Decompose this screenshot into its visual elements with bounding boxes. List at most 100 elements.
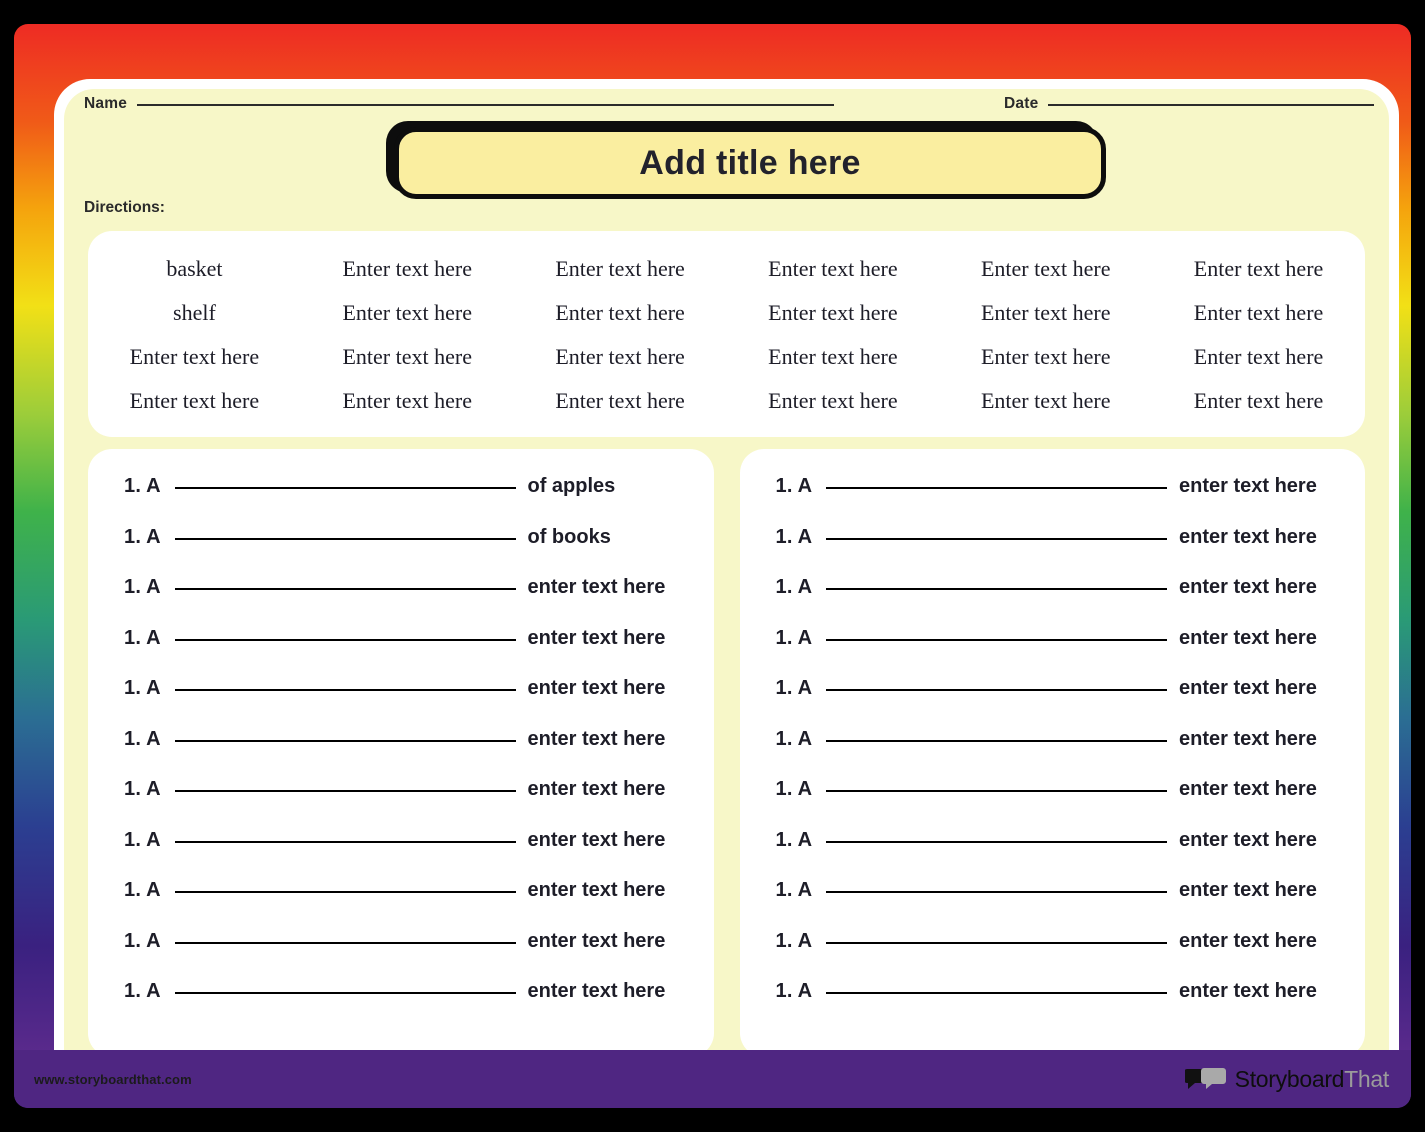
answer-blank-line[interactable] — [174, 487, 516, 489]
question-suffix-text[interactable]: enter text here — [1179, 980, 1339, 1003]
answer-blank-line[interactable] — [826, 992, 1167, 995]
answer-blank-line[interactable] — [826, 588, 1167, 591]
answer-blank-line[interactable] — [174, 689, 516, 692]
question-row: 1. A enter text here — [776, 728, 1340, 779]
name-field-group[interactable]: Name — [84, 95, 834, 113]
question-suffix-text[interactable]: enter text here — [1179, 627, 1339, 650]
question-row: 1. A enter text here — [776, 879, 1340, 930]
answer-blank-line[interactable] — [174, 840, 516, 843]
word-bank-cell[interactable]: Enter text here — [88, 344, 301, 370]
question-suffix-text[interactable]: enter text here — [1179, 879, 1339, 902]
question-row: 1. A enter text here — [124, 728, 688, 779]
question-suffix-text[interactable]: enter text here — [528, 677, 688, 700]
answer-blank-line[interactable] — [174, 739, 516, 742]
question-suffix-text[interactable]: enter text here — [528, 627, 688, 650]
question-suffix-text[interactable]: enter text here — [1179, 576, 1339, 599]
questions-card-left: 1. A of apples 1. A of books 1. A enter text … — [88, 449, 714, 1057]
question-suffix-text[interactable]: enter text here — [1179, 728, 1339, 751]
worksheet-title[interactable]: Add title here — [639, 144, 860, 183]
word-bank-row: Enter text here Enter text here Enter text… — [88, 388, 1365, 414]
question-row: 1. A enter text here — [776, 980, 1340, 1031]
date-field-group[interactable]: Date — [1004, 95, 1374, 113]
word-bank-card: basket Enter text here Enter text here Ente… — [88, 231, 1365, 437]
question-suffix-text[interactable]: enter text here — [528, 980, 688, 1003]
word-bank-cell[interactable]: Enter text here — [1152, 388, 1365, 414]
question-suffix-text[interactable]: of apples — [528, 475, 688, 498]
question-number-prefix: 1. A — [124, 778, 161, 801]
word-bank-cell[interactable]: Enter text here — [514, 388, 727, 414]
answer-blank-line[interactable] — [174, 992, 516, 995]
word-bank-cell[interactable]: Enter text here — [726, 256, 939, 282]
answer-blank-line[interactable] — [826, 689, 1167, 692]
question-suffix-text[interactable]: enter text here — [528, 829, 688, 852]
answer-blank-line[interactable] — [174, 790, 516, 793]
question-row: 1. A enter text here — [776, 778, 1340, 829]
word-bank-cell[interactable]: Enter text here — [939, 344, 1152, 370]
question-suffix-text[interactable]: enter text here — [528, 576, 688, 599]
speech-bubbles-icon — [1183, 1066, 1227, 1092]
answer-blank-line[interactable] — [826, 537, 1167, 540]
question-number-prefix: 1. A — [775, 929, 813, 952]
title-plaque-wrapper[interactable]: Add title here — [386, 121, 1106, 199]
question-suffix-text[interactable]: enter text here — [528, 778, 688, 801]
question-suffix-text[interactable]: enter text here — [528, 930, 688, 953]
brand-primary-text: Storyboard — [1234, 1065, 1345, 1092]
word-bank-cell[interactable]: Enter text here — [939, 300, 1152, 326]
footer-website-url[interactable]: www.storyboardthat.com — [34, 1072, 192, 1087]
answer-blank-line[interactable] — [826, 638, 1167, 641]
answer-blank-line[interactable] — [826, 739, 1167, 742]
word-bank-cell[interactable]: Enter text here — [726, 300, 939, 326]
word-bank-cell[interactable]: Enter text here — [514, 256, 727, 282]
word-bank-cell[interactable]: Enter text here — [301, 300, 514, 326]
word-bank-cell[interactable]: shelf — [88, 300, 301, 326]
question-suffix-text[interactable]: enter text here — [528, 728, 688, 751]
question-suffix-text[interactable]: of books — [528, 526, 688, 549]
question-row: 1. A enter text here — [124, 778, 688, 829]
question-number-prefix: 1. A — [775, 677, 813, 700]
answer-blank-line[interactable] — [174, 891, 516, 894]
question-number-prefix: 1. A — [124, 475, 161, 497]
answer-blank-line[interactable] — [826, 840, 1167, 843]
question-row: 1. A enter text here — [124, 980, 688, 1031]
question-suffix-text[interactable]: enter text here — [528, 879, 688, 902]
word-bank-cell[interactable]: Enter text here — [939, 388, 1152, 414]
question-number-prefix: 1. A — [775, 828, 813, 851]
question-number-prefix: 1. A — [124, 879, 161, 902]
answer-blank-line[interactable] — [826, 790, 1167, 793]
word-bank-cell[interactable]: Enter text here — [1152, 344, 1365, 370]
answer-blank-line[interactable] — [174, 941, 516, 944]
name-input-rule[interactable] — [137, 104, 834, 106]
word-bank-cell[interactable]: Enter text here — [939, 256, 1152, 282]
word-bank-cell[interactable]: Enter text here — [726, 388, 939, 414]
word-bank-cell[interactable]: Enter text here — [1152, 300, 1365, 326]
answer-blank-line[interactable] — [826, 487, 1167, 489]
word-bank-cell[interactable]: Enter text here — [301, 388, 514, 414]
word-bank-row: basket Enter text here Enter text here Ente… — [88, 256, 1365, 282]
answer-blank-line[interactable] — [826, 891, 1167, 894]
word-bank-cell[interactable]: Enter text here — [301, 344, 514, 370]
question-suffix-text[interactable]: enter text here — [1179, 930, 1339, 953]
question-suffix-text[interactable]: enter text here — [1179, 526, 1339, 549]
answer-blank-line[interactable] — [174, 537, 516, 540]
date-input-rule[interactable] — [1048, 104, 1374, 106]
answer-blank-line[interactable] — [174, 588, 516, 591]
word-bank-cell[interactable]: Enter text here — [88, 388, 301, 414]
word-bank-cell[interactable]: basket — [88, 256, 301, 282]
questions-area: 1. A of apples 1. A of books 1. A enter text … — [88, 449, 1365, 1057]
question-suffix-text[interactable]: enter text here — [1179, 778, 1339, 801]
answer-blank-line[interactable] — [826, 941, 1167, 944]
question-suffix-text[interactable]: enter text here — [1179, 475, 1339, 498]
question-suffix-text[interactable]: enter text here — [1179, 677, 1339, 700]
question-number-prefix: 1. A — [124, 929, 161, 952]
word-bank-cell[interactable]: Enter text here — [514, 344, 727, 370]
word-bank-cell[interactable]: Enter text here — [514, 300, 727, 326]
word-bank-cell[interactable]: Enter text here — [301, 256, 514, 282]
answer-blank-line[interactable] — [174, 638, 516, 641]
storyboardthat-logo[interactable]: StoryboardThat — [1183, 1065, 1389, 1093]
word-bank-cell[interactable]: Enter text here — [726, 344, 939, 370]
question-suffix-text[interactable]: enter text here — [1179, 829, 1339, 852]
word-bank-cell[interactable]: Enter text here — [1152, 256, 1365, 282]
worksheet-paper: Name Date Add title here Directions: bas… — [64, 89, 1389, 1089]
title-plaque[interactable]: Add title here — [394, 127, 1106, 199]
questions-card-right: 1. Aenter text here 1. Aenter text here 1.… — [739, 449, 1365, 1057]
